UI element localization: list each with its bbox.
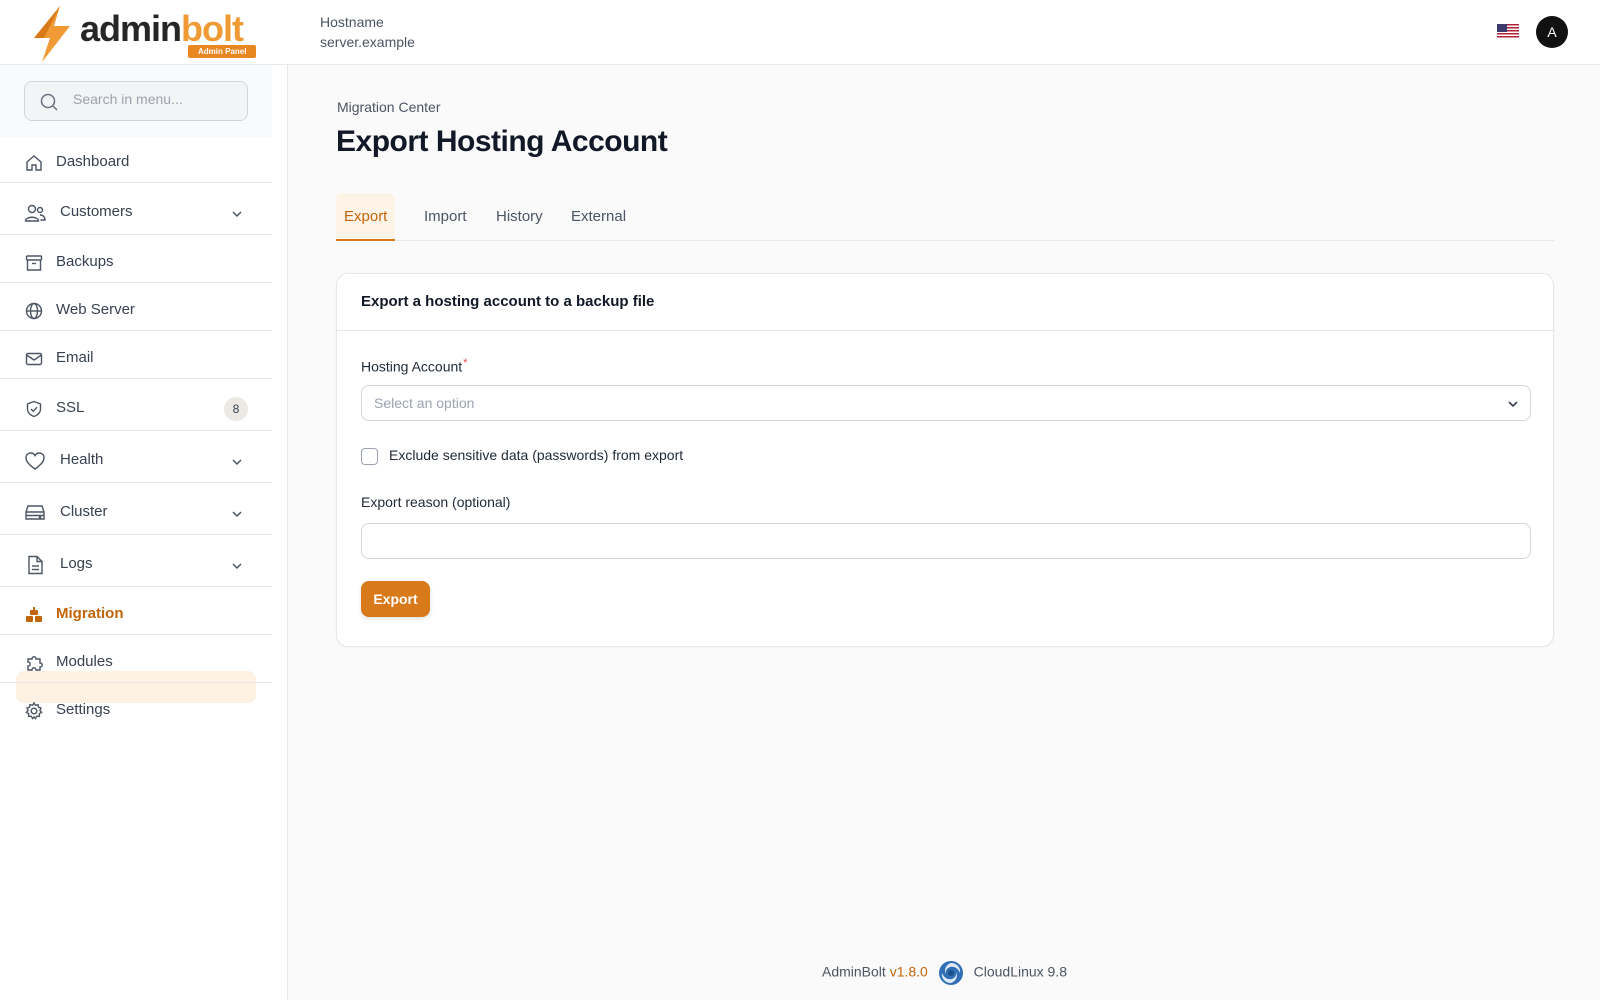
gear-icon <box>25 701 43 720</box>
tab-history[interactable]: History <box>488 193 551 241</box>
sidebar-item-cluster[interactable]: Cluster <box>0 495 272 531</box>
footer-os: CloudLinux 9.8 <box>973 963 1068 980</box>
server-icon <box>25 505 45 520</box>
export-reason-label: Export reason (optional) <box>361 494 511 510</box>
hosting-account-select[interactable]: Select an option <box>361 385 1531 421</box>
puzzle-icon <box>27 656 43 671</box>
sidebar-item-dashboard[interactable]: Dashboard <box>0 145 272 181</box>
top-bar: adminbolt Admin Panel Hostname server.ex… <box>0 0 1600 65</box>
sidebar-item-label: Settings <box>56 701 111 718</box>
sidebar-item-label: Backups <box>56 253 114 270</box>
us-flag-icon[interactable] <box>1497 24 1519 39</box>
card-title: Export a hosting account to a backup fil… <box>361 293 655 310</box>
sidebar: Dashboard Customers Backups Web Server E… <box>0 65 288 1000</box>
sidebar-item-logs[interactable]: Logs <box>0 547 272 583</box>
file-icon <box>28 555 43 575</box>
exclude-sensitive-checkbox[interactable] <box>361 448 378 465</box>
shield-icon <box>26 400 42 418</box>
hostname-value: server.example <box>320 34 415 50</box>
sidebar-item-label: Customers <box>60 203 133 220</box>
export-card: Export a hosting account to a backup fil… <box>336 273 1555 647</box>
sidebar-item-label: Migration <box>56 605 124 622</box>
sidebar-item-migration[interactable]: Migration <box>0 597 272 633</box>
sidebar-item-label: SSL <box>56 399 85 416</box>
globe-icon <box>25 302 43 320</box>
sidebar-item-label: Email <box>56 349 94 366</box>
sidebar-item-label: Web Server <box>56 301 135 318</box>
chevron-down-icon <box>232 511 242 518</box>
tab-bar: Export Import History External <box>336 193 1554 241</box>
sidebar-item-label: Health <box>60 451 104 468</box>
hostname-label: Hostname <box>320 14 384 30</box>
breadcrumb[interactable]: Migration Center <box>337 99 441 115</box>
sidebar-item-label: Cluster <box>60 503 108 520</box>
export-button[interactable]: Export <box>361 581 430 617</box>
footer-product: AdminBolt <box>821 963 886 980</box>
users-icon <box>24 204 46 222</box>
sidebar-item-settings[interactable]: Settings <box>0 693 272 729</box>
export-reason-input[interactable] <box>361 523 1531 559</box>
tab-export[interactable]: Export <box>336 193 396 241</box>
logo-wordmark: adminbolt <box>80 8 244 49</box>
logo-tag: Admin Panel <box>188 45 257 58</box>
sidebar-item-modules[interactable]: Modules <box>0 645 272 681</box>
bolt-icon <box>34 6 70 62</box>
sidebar-item-label: Modules <box>56 653 113 670</box>
main-content: Migration Center Export Hosting Account … <box>289 65 1600 1000</box>
search-box[interactable] <box>24 81 248 121</box>
sidebar-item-health[interactable]: Health <box>0 443 272 479</box>
ssl-count-badge: 8 <box>224 397 248 421</box>
migration-icon <box>26 607 42 622</box>
page-title: Export Hosting Account <box>336 125 668 158</box>
sidebar-item-email[interactable]: Email <box>0 341 272 377</box>
chevron-down-icon <box>232 563 242 570</box>
cloudlinux-icon <box>938 961 963 985</box>
sidebar-item-label: Logs <box>60 555 93 572</box>
mail-icon <box>25 352 43 366</box>
sidebar-item-label: Dashboard <box>56 153 130 170</box>
select-placeholder: Select an option <box>374 395 475 411</box>
sidebar-item-backups[interactable]: Backups <box>0 245 272 281</box>
sidebar-item-web-server[interactable]: Web Server <box>0 293 272 329</box>
chevron-down-icon <box>232 459 242 466</box>
search-icon <box>40 93 58 111</box>
adminbolt-logo[interactable]: adminbolt Admin Panel <box>30 6 260 62</box>
archive-icon <box>25 255 43 271</box>
card-header: Export a hosting account to a backup fil… <box>337 274 1555 331</box>
hostname-block: Hostname server.example <box>320 12 415 52</box>
footer-version: v1.8.0 <box>889 963 928 980</box>
sidebar-item-ssl[interactable]: SSL 8 <box>0 391 272 427</box>
chevron-down-icon <box>1508 401 1518 408</box>
avatar[interactable]: A <box>1536 16 1568 48</box>
required-marker: * <box>463 357 468 369</box>
home-icon <box>26 155 42 171</box>
footer: AdminBolt v1.8.0 CloudLinux 9.8 <box>289 960 1600 986</box>
tab-import[interactable]: Import <box>416 193 475 241</box>
hosting-account-label: Hosting Account* <box>361 357 468 375</box>
heart-icon <box>25 452 45 470</box>
search-input[interactable] <box>73 91 238 107</box>
exclude-sensitive-label[interactable]: Exclude sensitive data (passwords) from … <box>389 447 683 463</box>
sidebar-search-area <box>0 65 272 137</box>
chevron-down-icon <box>232 211 242 218</box>
tab-external[interactable]: External <box>563 193 634 241</box>
sidebar-item-customers[interactable]: Customers <box>0 195 272 231</box>
